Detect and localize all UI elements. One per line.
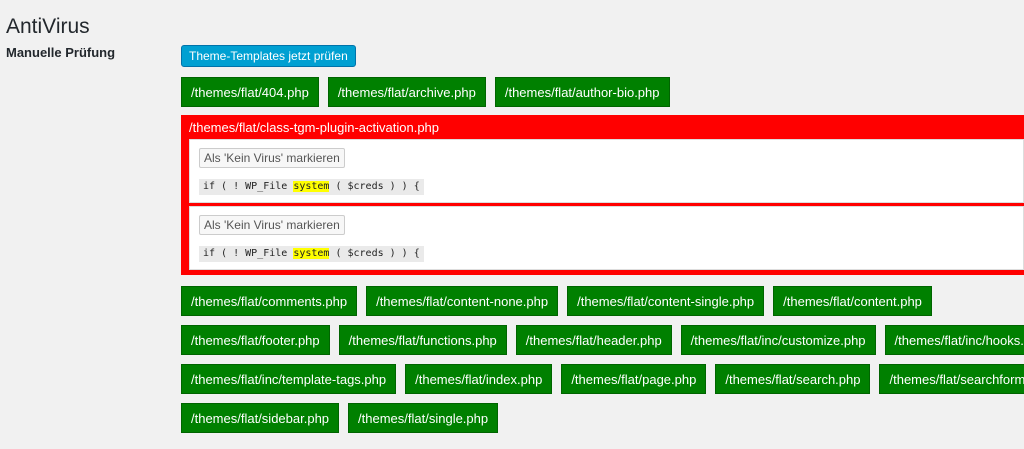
file-row: /themes/flat/sidebar.php /themes/flat/si… [181,403,1024,433]
file-row: /themes/flat/inc/template-tags.php /them… [181,364,1024,394]
clean-file-404[interactable]: /themes/flat/404.php [181,77,319,107]
file-row: /themes/flat/404.php /themes/flat/archiv… [181,77,1024,107]
mark-not-virus-button[interactable]: Als 'Kein Virus' markieren [199,148,345,168]
clean-file-template-tags[interactable]: /themes/flat/inc/template-tags.php [181,364,397,394]
mark-not-virus-button[interactable]: Als 'Kein Virus' markieren [199,215,345,235]
clean-file-content-single[interactable]: /themes/flat/content-single.php [567,286,765,316]
clean-file-author-bio[interactable]: /themes/flat/author-bio.php [494,77,670,107]
clean-file-hooks[interactable]: /themes/flat/inc/hooks.php [884,325,1024,355]
code-after: ( $creds ) ) { [329,181,420,192]
clean-file-archive[interactable]: /themes/flat/archive.php [327,77,486,107]
infected-file-block: /themes/flat/class-tgm-plugin-activation… [181,115,1024,275]
clean-file-functions[interactable]: /themes/flat/functions.php [338,325,507,355]
finding-item: Als 'Kein Virus' markieren if ( ! WP_Fil… [189,206,1024,270]
scan-results: Theme-Templates jetzt prüfen /themes/fla… [181,45,1024,433]
clean-file-customize[interactable]: /themes/flat/inc/customize.php [680,325,876,355]
page-title: AntiVirus [6,15,90,39]
clean-file-index[interactable]: /themes/flat/index.php [405,364,553,394]
clean-file-single[interactable]: /themes/flat/single.php [348,403,499,433]
suspicious-code: if ( ! WP_File system ( $creds ) ) { [199,246,424,262]
file-row: /themes/flat/comments.php /themes/flat/c… [181,286,1024,316]
code-after: ( $creds ) ) { [329,248,420,259]
clean-file-header[interactable]: /themes/flat/header.php [515,325,672,355]
code-before: if ( ! WP_File [203,248,294,259]
clean-file-content-none[interactable]: /themes/flat/content-none.php [366,286,559,316]
code-before: if ( ! WP_File [203,181,294,192]
manual-check-label: Manuelle Prüfung [6,45,116,60]
file-row: /themes/flat/footer.php /themes/flat/fun… [181,325,1024,355]
clean-file-footer[interactable]: /themes/flat/footer.php [181,325,330,355]
infected-file-path: /themes/flat/class-tgm-plugin-activation… [189,120,440,135]
highlighted-match: system [293,181,330,192]
clean-file-searchform[interactable]: /themes/flat/searchform.php [879,364,1024,394]
check-theme-templates-button[interactable]: Theme-Templates jetzt prüfen [181,45,356,67]
highlighted-match: system [293,248,330,259]
clean-file-comments[interactable]: /themes/flat/comments.php [181,286,358,316]
clean-file-search[interactable]: /themes/flat/search.php [715,364,871,394]
finding-item: Als 'Kein Virus' markieren if ( ! WP_Fil… [189,139,1024,203]
clean-file-content[interactable]: /themes/flat/content.php [773,286,932,316]
clean-file-sidebar[interactable]: /themes/flat/sidebar.php [181,403,340,433]
suspicious-code: if ( ! WP_File system ( $creds ) ) { [199,179,424,195]
clean-file-page[interactable]: /themes/flat/page.php [561,364,707,394]
